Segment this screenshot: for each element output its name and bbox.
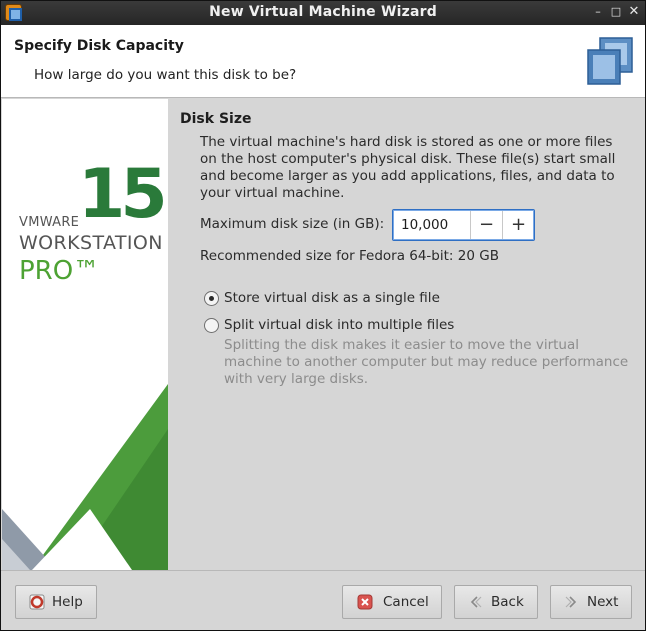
split-files-label[interactable]: Split virtual disk into multiple files (224, 317, 454, 333)
split-files-note: Splitting the disk makes it easier to mo… (224, 337, 629, 387)
recommended-size: Recommended size for Fedora 64-bit: 20 G… (200, 248, 499, 264)
cancel-button[interactable]: Cancel (342, 585, 442, 619)
next-label: Next (587, 594, 619, 610)
wizard-header: Specify Disk Capacity How large do you w… (1, 25, 645, 98)
close-icon[interactable]: ✕ (627, 5, 641, 19)
decrement-button[interactable]: − (470, 211, 502, 239)
version-number: 15 (78, 155, 168, 234)
section-title: Disk Size (180, 111, 252, 127)
cancel-label: Cancel (383, 594, 429, 610)
help-lifebuoy-icon (29, 594, 45, 610)
product-banner: 15 VMWARE WORKSTATION PRO™ (2, 99, 168, 570)
maximize-icon[interactable]: □ (609, 5, 623, 19)
next-chevron-icon (565, 596, 577, 608)
product-name: WORKSTATION (19, 232, 163, 254)
back-chevron-icon (470, 596, 482, 608)
brand-name: VMWARE (19, 215, 80, 230)
back-button[interactable]: Back (454, 585, 538, 619)
page-subtitle: How large do you want this disk to be? (34, 67, 297, 83)
virtual-disk-icon (587, 37, 633, 85)
single-file-label[interactable]: Store virtual disk as a single file (224, 290, 440, 306)
cancel-x-icon (357, 594, 373, 610)
window-title: New Virtual Machine Wizard (209, 4, 437, 20)
disk-size-panel: Disk Size The virtual machine's hard dis… (168, 99, 645, 570)
help-label: Help (52, 594, 83, 610)
title-bar[interactable]: New Virtual Machine Wizard – □ ✕ (1, 1, 645, 25)
split-files-radio[interactable] (204, 318, 219, 333)
single-file-radio[interactable] (204, 291, 219, 306)
wizard-footer: Help Cancel Back Next (1, 570, 645, 630)
help-button[interactable]: Help (15, 585, 97, 619)
max-disk-size-stepper[interactable]: 10,000 − + (392, 209, 535, 241)
edition-name: PRO™ (19, 256, 100, 286)
wizard-window: New Virtual Machine Wizard – □ ✕ Specify… (0, 0, 646, 631)
back-label: Back (491, 594, 524, 610)
max-disk-size-input[interactable]: 10,000 (401, 217, 448, 233)
max-disk-size-label: Maximum disk size (in GB): (200, 216, 385, 232)
disk-description: The virtual machine's hard disk is store… (200, 134, 616, 201)
minimize-icon[interactable]: – (591, 5, 605, 19)
next-button[interactable]: Next (550, 585, 632, 619)
page-title: Specify Disk Capacity (14, 38, 184, 54)
increment-button[interactable]: + (502, 211, 534, 239)
